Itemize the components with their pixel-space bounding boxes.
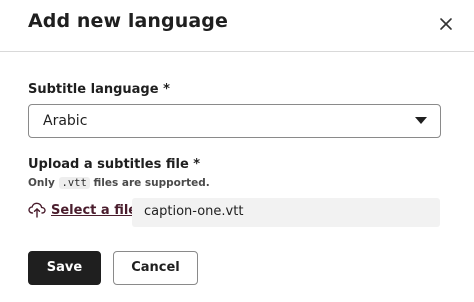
subtitle-language-value: Arabic xyxy=(43,113,88,129)
caret-down-icon xyxy=(415,117,427,124)
add-language-dialog: Add new language Subtitle language * Ara… xyxy=(0,0,474,302)
dialog-header: Add new language xyxy=(0,0,474,52)
subtitle-language-select[interactable]: Arabic xyxy=(28,104,441,138)
selected-file-field: caption-one.vtt xyxy=(132,198,440,227)
dialog-title: Add new language xyxy=(28,10,228,32)
hint-file-extension: .vtt xyxy=(58,177,90,189)
file-type-hint: Only .vtt files are supported. xyxy=(28,177,210,189)
cloud-upload-icon[interactable] xyxy=(28,202,46,218)
hint-suffix: files are supported. xyxy=(93,177,210,189)
save-button[interactable]: Save xyxy=(28,251,101,285)
select-file-link[interactable]: Select a file xyxy=(51,203,137,218)
subtitle-language-label: Subtitle language * xyxy=(28,82,170,97)
upload-file-label: Upload a subtitles file * xyxy=(28,157,201,172)
selected-file-name: caption-one.vtt xyxy=(144,204,244,219)
hint-prefix: Only xyxy=(28,177,55,189)
cancel-button[interactable]: Cancel xyxy=(113,251,198,285)
close-icon[interactable] xyxy=(434,12,458,36)
